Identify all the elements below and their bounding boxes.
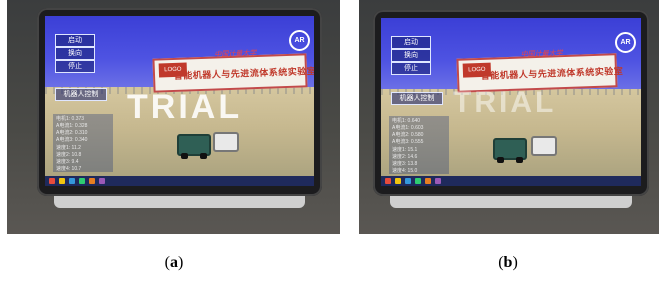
wheel [200,153,207,159]
photo-a: LOGO 中国计量大学 智能机器人与先进流体系统实验室 TRIAL 启动 换向 … [7,0,340,234]
taskbar-app-icon[interactable] [59,178,65,184]
wheel [516,157,523,163]
photo-b: LOGO 中国计量大学 智能机器人与先进流体系统实验室 TRIAL 启动 换向 … [359,0,659,234]
wheel [497,157,504,163]
readout-line: A电流3: 0.555 [392,139,424,145]
banner-script: 中国计量大学 [214,50,257,59]
ar-badge[interactable]: AR [289,30,310,51]
caption-a: (a) [164,254,184,271]
readout-line: 速度1: 11.2 [56,145,81,151]
taskbar-app-icon[interactable] [435,178,441,184]
caption-b-letter: b [503,254,513,271]
taskbar-app-icon[interactable] [425,178,431,184]
taskbar [45,176,314,186]
robot-arm-vehicle [531,136,557,156]
readout-line: 速度4: 15.0 [392,168,418,174]
banner-title: 智能机器人与先进流体系统实验室 [480,65,624,81]
readout-line: 速度2: 10.8 [56,152,82,158]
banner-logo: LOGO [158,62,188,78]
banner-script: 中国计量大学 [520,50,563,59]
monitor-bezel [389,196,633,208]
start-button[interactable]: 启动 [391,36,431,49]
monitor: LOGO 中国计量大学 智能机器人与先进流体系统实验室 TRIAL 启动 换向 … [37,8,322,208]
readout-line: A电流1: 0.603 [392,125,424,131]
monitor-screen: LOGO 中国计量大学 智能机器人与先进流体系统实验室 TRIAL 启动 换向 … [45,16,314,186]
lab-banner: LOGO 中国计量大学 智能机器人与先进流体系统实验室 [152,50,314,93]
taskbar-app-icon[interactable] [99,178,105,184]
robot-vehicle [177,134,211,159]
banner-logo: LOGO [462,62,492,78]
robot-vehicle [493,138,527,163]
robot-arm-vehicle [213,132,239,152]
wheel [181,153,188,159]
banner-title: 智能机器人与先进流体系统实验室 [173,65,314,81]
taskbar-app-icon[interactable] [405,178,411,184]
readout-line: 速度4: 10.7 [56,166,82,172]
taskbar-app-icon[interactable] [79,178,85,184]
trial-watermark: TRIAL [127,88,243,126]
taskbar-app-icon[interactable] [385,178,391,184]
reverse-button[interactable]: 换向 [391,49,431,62]
readout-line: A电流2: 0.580 [392,132,424,138]
stop-button[interactable]: 停止 [391,62,431,75]
ar-badge[interactable]: AR [615,32,636,53]
readout-line: 速度1: 15.1 [392,147,418,153]
readout-line: 速度3: 13.8 [392,161,418,167]
monitor: LOGO 中国计量大学 智能机器人与先进流体系统实验室 TRIAL 启动 换向 … [373,10,649,208]
taskbar-app-icon[interactable] [69,178,75,184]
robot-control-button[interactable]: 机器人控制 [55,88,107,101]
readout-line: 速度2: 14.6 [392,154,418,160]
taskbar-app-icon[interactable] [415,178,421,184]
caption-b: (b) [498,254,518,271]
readout-panel: 电机1: 0.373 A电流1: 0.328 A电流2: 0.310 A电流3:… [53,114,113,172]
readout-line: 速度3: 9.4 [56,159,79,165]
readout-line: 电机1: 0.640 [392,118,421,124]
taskbar-app-icon[interactable] [49,178,55,184]
taskbar [381,176,641,186]
stop-button[interactable]: 停止 [55,60,95,73]
taskbar-app-icon[interactable] [89,178,95,184]
monitor-bezel [54,196,305,208]
readout-line: 电机1: 0.373 [56,116,85,122]
reverse-button[interactable]: 换向 [55,47,95,60]
readout-panel: 电机1: 0.640 A电流1: 0.603 A电流2: 0.580 A电流3:… [389,116,449,174]
trial-watermark: TRIAL [453,86,557,119]
taskbar-app-icon[interactable] [395,178,401,184]
readout-line: A电流3: 0.340 [56,137,88,143]
monitor-screen: LOGO 中国计量大学 智能机器人与先进流体系统实验室 TRIAL 启动 换向 … [381,18,641,186]
caption-a-letter: a [170,254,178,271]
robot-control-button[interactable]: 机器人控制 [391,92,443,105]
start-button[interactable]: 启动 [55,34,95,47]
readout-line: A电流1: 0.328 [56,123,88,129]
readout-line: A电流2: 0.310 [56,130,88,136]
